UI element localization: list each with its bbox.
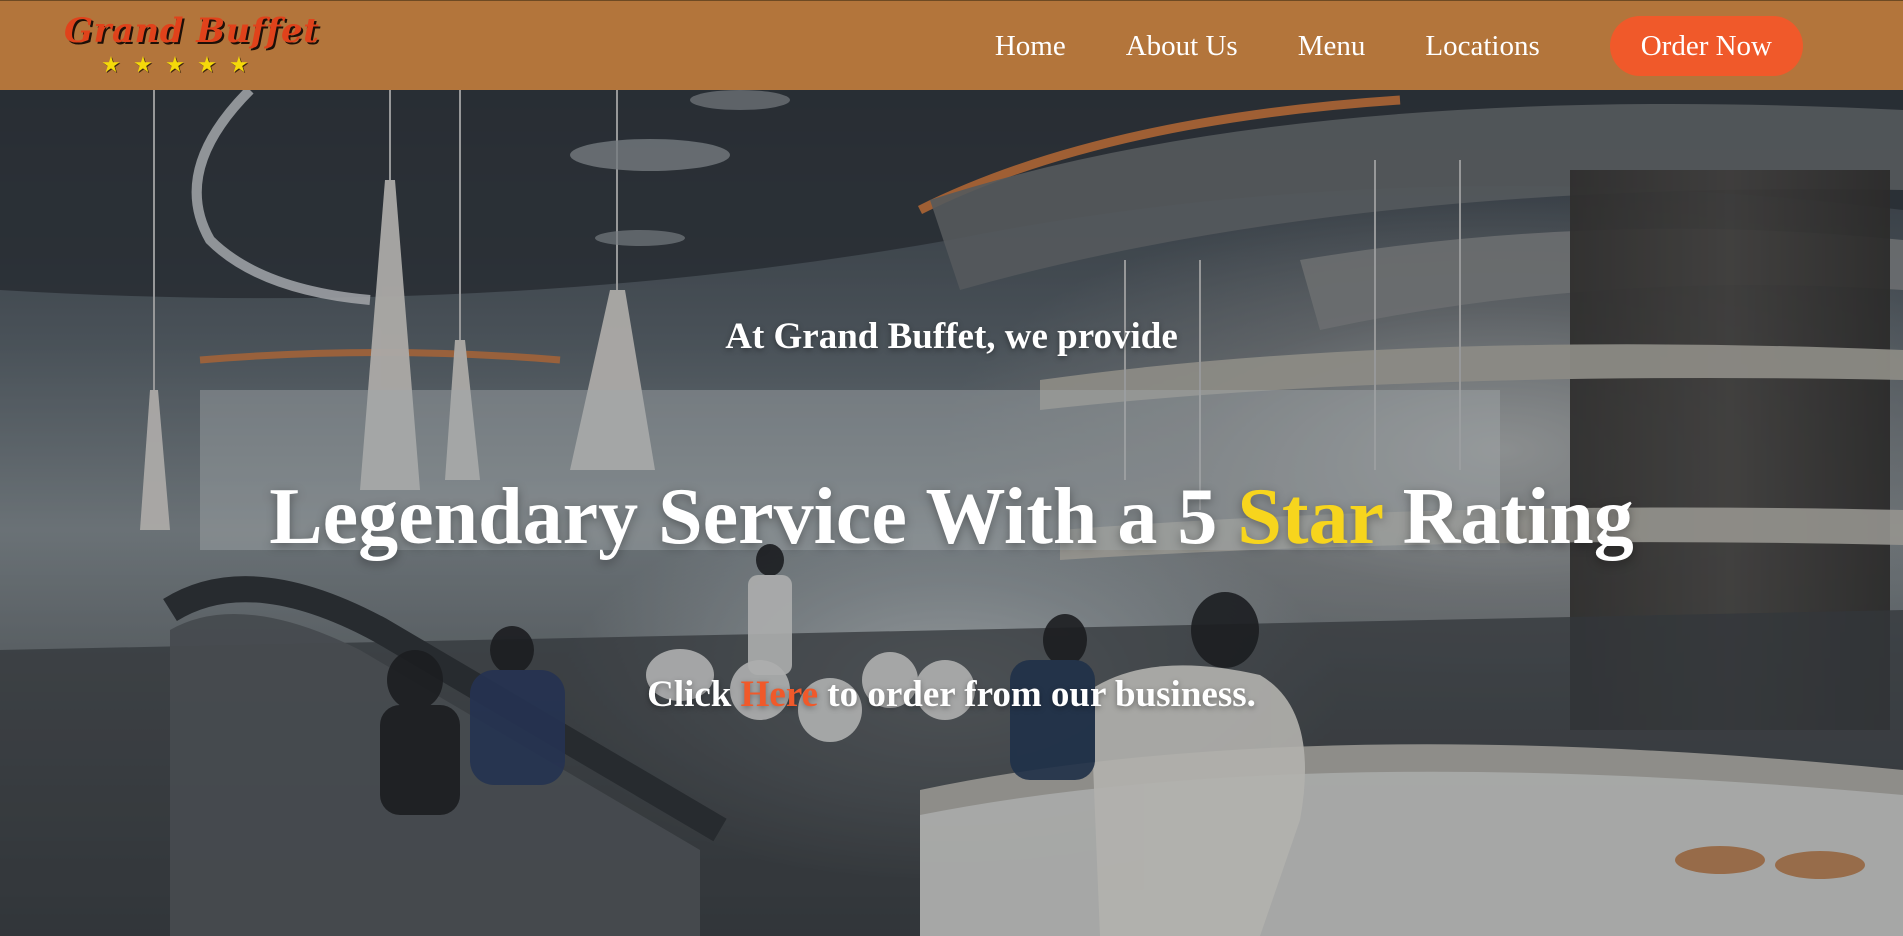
cta-text-start: Click	[647, 674, 741, 715]
headline-accent: Star	[1237, 473, 1383, 561]
hero-section: At Grand Buffet, we provide Legendary Se…	[0, 90, 1903, 936]
hero-cta-text: Click Here to order from our business.	[0, 673, 1903, 716]
page: Grand Buffet ★ ★ ★ ★ ★ Home About Us Men…	[0, 0, 1903, 936]
nav-home[interactable]: Home	[995, 30, 1066, 63]
logo[interactable]: Grand Buffet ★ ★ ★ ★ ★	[64, 11, 319, 81]
star-icon: ★	[133, 53, 153, 78]
main-nav: Home About Us Menu Locations Order Now	[995, 1, 1903, 91]
site-header: Grand Buffet ★ ★ ★ ★ ★ Home About Us Men…	[0, 0, 1903, 90]
headline-text-start: Legendary Service With a 5	[269, 473, 1238, 561]
nav-about-us[interactable]: About Us	[1126, 30, 1238, 63]
star-icon: ★	[101, 53, 121, 78]
cta-text-end: to order from our business.	[818, 674, 1256, 715]
hero-headline: Legendary Service With a 5 Star Rating	[0, 472, 1903, 563]
star-icon: ★	[165, 53, 185, 78]
here-link[interactable]: Here	[741, 674, 818, 715]
logo-stars: ★ ★ ★ ★ ★	[100, 55, 250, 77]
headline-text-end: Rating	[1382, 473, 1634, 561]
star-icon: ★	[197, 53, 217, 78]
nav-locations[interactable]: Locations	[1425, 30, 1539, 63]
star-icon: ★	[229, 53, 249, 78]
nav-menu[interactable]: Menu	[1298, 30, 1366, 63]
hero-tagline: At Grand Buffet, we provide	[725, 316, 1178, 357]
order-now-button[interactable]: Order Now	[1609, 16, 1803, 76]
logo-text: Grand Buffet	[64, 11, 320, 51]
